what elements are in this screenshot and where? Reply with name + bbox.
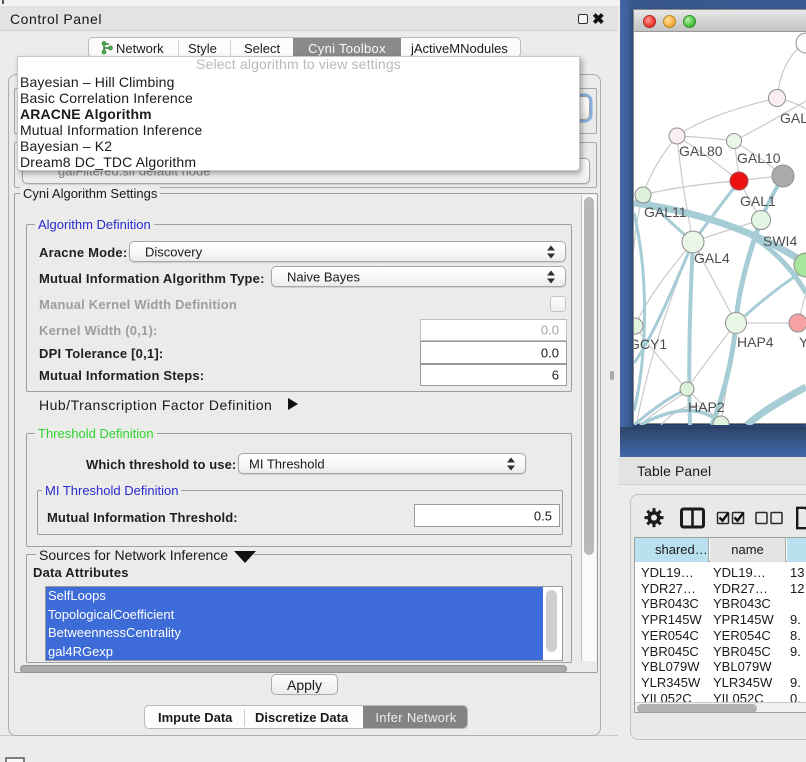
svg-text:GAL11: GAL11 xyxy=(644,204,687,220)
svg-text:GAL1: GAL1 xyxy=(740,193,776,209)
svg-text:HAP4: HAP4 xyxy=(737,334,774,350)
svg-text:GAL7: GAL7 xyxy=(780,110,806,126)
svg-text:GAL10: GAL10 xyxy=(737,150,781,166)
svg-text:GAL4: GAL4 xyxy=(694,250,730,266)
svg-text:SWI4: SWI4 xyxy=(763,233,797,249)
svg-text:GCY1: GCY1 xyxy=(634,336,667,352)
svg-text:GAL80: GAL80 xyxy=(679,143,723,159)
svg-text:HAP2: HAP2 xyxy=(688,399,725,415)
svg-text:YJ: YJ xyxy=(799,334,806,350)
